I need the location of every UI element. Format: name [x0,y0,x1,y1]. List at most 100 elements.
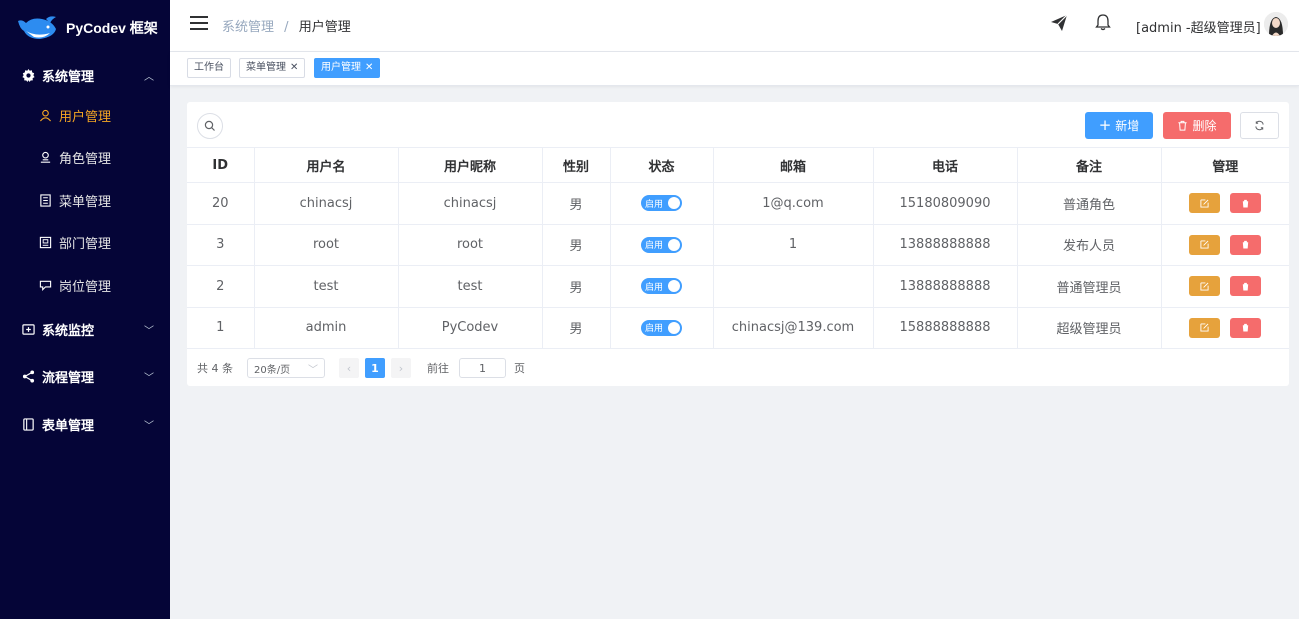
sidebar-item-menus[interactable]: 菜单管理 [0,179,170,222]
cell-nickname: PyCodev [398,307,543,349]
sidebar-item-roles[interactable]: 角色管理 [0,137,170,180]
plus-icon: + [1098,116,1112,134]
menu-group-label: 系统监控 [42,324,95,339]
status-toggle[interactable]: 启用 [641,278,682,295]
chevron-down-icon: ﹀ [144,421,154,432]
tag-dashboard[interactable]: 工作台 [187,58,231,78]
menu-group-monitor[interactable]: 系统监控 ﹀ [0,311,170,349]
table-row[interactable]: 1 admin PyCodev 男 启用 chinacsj@139.com 15… [187,307,1289,349]
avatar[interactable] [1264,12,1288,36]
sidebar-item-label: 角色管理 [59,152,112,168]
delete-row-button[interactable] [1230,317,1262,338]
column-header[interactable]: 性别 [542,147,611,183]
trash-icon [1178,120,1188,131]
menu-group-forms[interactable]: 表单管理 ﹀ [0,406,170,444]
menu-group-process[interactable]: 流程管理 ﹀ [0,358,170,396]
cell-username: chinacsj [254,182,399,225]
sidebar-item-departments[interactable]: 部门管理 [0,222,170,265]
sidebar-item-users[interactable]: 用户管理 [0,94,170,137]
chevron-down-icon: ﹀ [308,364,318,376]
status-toggle-label: 启用 [645,282,664,293]
column-header[interactable]: ID [187,147,255,183]
gear-icon [20,68,36,82]
cell-gender: 男 [542,224,611,266]
role-icon [38,151,52,164]
users-table: ID 用户名 用户昵称 性别 状态 邮箱 电话 备注 管理 20 chinacs… [187,147,1289,349]
cell-remark: 普通角色 [1017,182,1162,225]
cell-gender: 男 [542,265,611,308]
edit-button[interactable] [1189,276,1221,297]
table-row[interactable]: 2 test test 男 启用 13888888888 普通管理员 [187,265,1289,308]
trash-icon [1242,199,1250,208]
cell-actions [1161,224,1289,266]
column-header[interactable]: 用户昵称 [398,147,543,183]
add-button[interactable]: + 新增 [1085,112,1153,139]
cell-username: test [254,265,399,308]
status-toggle[interactable]: 启用 [641,319,682,336]
delete-row-button[interactable] [1230,193,1262,214]
breadcrumb-item[interactable]: 系统管理 [222,20,274,35]
sidebar-item-label: 岗位管理 [59,279,112,295]
send-icon[interactable] [1050,14,1068,32]
cell-nickname: chinacsj [398,182,543,225]
cell-status: 启用 [610,224,714,266]
department-icon [38,236,52,249]
delete-row-button[interactable] [1230,276,1262,297]
search-button[interactable] [197,113,223,139]
tag-label: 用户管理 [321,62,361,73]
column-header[interactable]: 用户名 [254,147,399,183]
sidebar: PyCodev 框架 系统管理 ︿ 用户管理 角色管理 菜单管理 部门管理 岗位… [0,0,170,619]
delete-row-button[interactable] [1230,234,1262,255]
whale-logo-icon [18,16,56,39]
prev-page-button[interactable]: ‹ [339,358,359,378]
sidebar-item-posts[interactable]: 岗位管理 [0,264,170,307]
menu-group-system[interactable]: 系统管理 ︿ [0,56,170,94]
close-icon[interactable]: ✕ [290,62,298,73]
next-page-button[interactable]: › [391,358,411,378]
status-toggle[interactable]: 启用 [641,236,682,253]
delete-button[interactable]: 删除 [1163,112,1231,139]
cell-email: 1 [713,224,874,266]
tag-menus[interactable]: 菜单管理 ✕ [239,58,306,78]
page-number[interactable]: 1 [365,358,385,378]
menu-list-icon [38,194,52,207]
menu-group-label: 系统管理 [42,69,95,85]
sidebar-item-label: 用户管理 [59,109,112,125]
edit-button[interactable] [1189,234,1221,255]
tag-users[interactable]: 用户管理 ✕ [314,58,381,78]
cell-remark: 超级管理员 [1017,307,1162,349]
close-icon[interactable]: ✕ [365,62,373,73]
main-area: 系统管理 / 用户管理 [admin -超级管理员] 工作台 菜单管理 ✕ 用户… [170,0,1299,619]
chevron-down-icon: ﹀ [144,326,154,337]
refresh-button[interactable] [1240,112,1279,139]
page-size-value: 20条/页 [254,364,291,376]
pagination-total: 共 4 条 [197,362,233,375]
cell-nickname: root [398,224,543,266]
logo[interactable]: PyCodev 框架 [0,0,170,56]
cell-phone: 13888888888 [873,265,1018,308]
status-toggle[interactable]: 启用 [641,195,682,212]
edit-button[interactable] [1189,317,1221,338]
hamburger-icon[interactable] [190,16,208,30]
table-row[interactable]: 20 chinacsj chinacsj 男 启用 1@q.com 151808… [187,182,1289,225]
chevron-up-icon: ︿ [144,71,154,83]
column-header[interactable]: 邮箱 [713,147,874,183]
table-row[interactable]: 3 root root 男 启用 1 13888888888 发布人员 [187,224,1289,266]
column-header[interactable]: 电话 [873,147,1018,183]
user-menu-label[interactable]: [admin -超级管理员] [1136,17,1261,36]
column-header[interactable]: 状态 [610,147,714,183]
edit-button[interactable] [1189,193,1221,214]
cell-gender: 男 [542,307,611,349]
goto-page-input[interactable] [459,358,506,378]
column-header[interactable]: 备注 [1017,147,1162,183]
bell-icon[interactable] [1094,13,1112,31]
sidebar-item-label: 部门管理 [59,237,112,253]
app-title: PyCodev 框架 [66,20,158,36]
avatar-image-icon [1264,12,1288,36]
cell-email [713,265,874,308]
menu-group-label: 流程管理 [42,371,95,386]
cell-status: 启用 [610,307,714,349]
breadcrumb-separator: / [284,20,289,35]
page-size-select[interactable]: 20条/页 ﹀ [247,358,325,378]
cell-id: 1 [187,307,255,349]
